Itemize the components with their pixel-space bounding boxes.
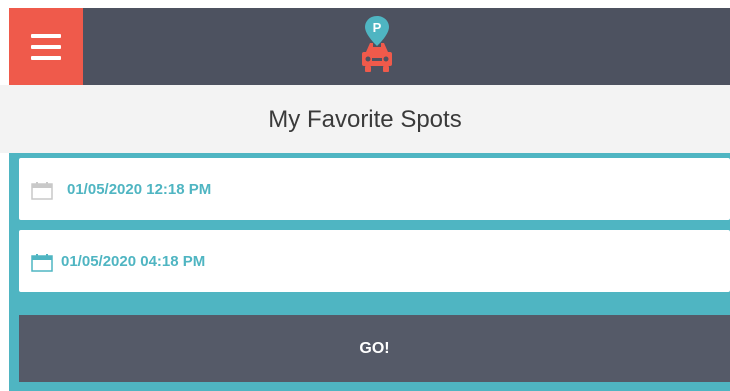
- menu-button[interactable]: [9, 8, 83, 85]
- hamburger-icon-line: [31, 34, 61, 38]
- hamburger-icon-line: [31, 45, 61, 49]
- calendar-icon: [31, 182, 53, 205]
- hamburger-icon-line: [31, 56, 61, 60]
- top-nav-bar: P: [9, 8, 730, 85]
- search-panel: 01/05/2020 12:18 PM 01/05/2020 04:18 PM …: [9, 153, 730, 391]
- car-parking-pin-icon[interactable]: P: [353, 14, 401, 78]
- start-datetime-field[interactable]: 01/05/2020 12:18 PM: [19, 158, 730, 220]
- end-datetime-field[interactable]: 01/05/2020 04:18 PM: [19, 230, 730, 292]
- calendar-icon: [31, 254, 53, 277]
- start-datetime-value: 01/05/2020 12:18 PM: [67, 181, 212, 198]
- logo-pin-letter: P: [373, 20, 382, 35]
- end-datetime-value: 01/05/2020 04:18 PM: [61, 253, 206, 270]
- page-title: My Favorite Spots: [0, 85, 730, 153]
- go-button[interactable]: GO!: [19, 315, 730, 382]
